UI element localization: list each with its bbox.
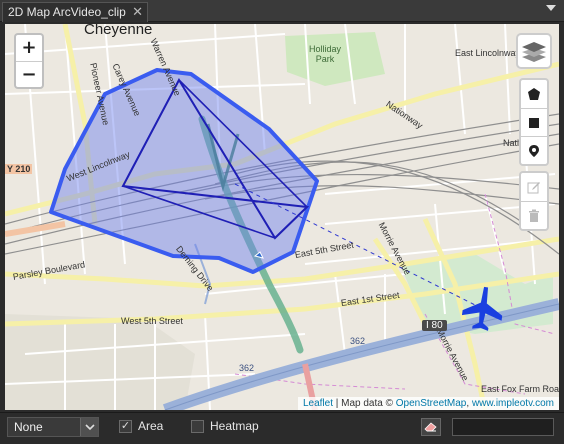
- label-holliday-park: Holliday Park: [309, 44, 342, 64]
- map-tiles: [5, 24, 559, 410]
- zoom-control: + −: [14, 33, 44, 89]
- label-cheyenne: Cheyenne: [84, 24, 153, 38]
- area-label: Area: [138, 419, 164, 433]
- zoom-in-button[interactable]: +: [16, 35, 42, 61]
- area-checkbox[interactable]: ✓: [119, 420, 132, 433]
- label-route-362-b: 362: [239, 363, 255, 373]
- close-icon[interactable]: ✕: [132, 3, 143, 21]
- edit-toolbar: [519, 171, 549, 231]
- edit-icon: [527, 182, 540, 194]
- delete-layers-button[interactable]: [521, 201, 547, 229]
- label-i80: I 80: [422, 320, 447, 331]
- trash-icon: [529, 209, 539, 222]
- rectangle-icon: [529, 117, 539, 128]
- bottom-toolbar: None ✓ Area Heatmap: [0, 412, 564, 444]
- zoom-out-button[interactable]: −: [16, 61, 42, 87]
- label-y210: Y 210: [5, 164, 33, 174]
- draw-polygon-button[interactable]: [521, 80, 547, 108]
- edit-layers-button[interactable]: [521, 173, 547, 201]
- map-attribution: Leaflet | Map data © OpenStreetMap, www.…: [297, 397, 559, 410]
- label-east-lincolnway: East Lincolnway: [455, 48, 521, 58]
- chevron-down-icon[interactable]: [80, 418, 98, 436]
- tab-title: 2D Map ArcVideo_clip: [8, 5, 126, 19]
- implemo-link[interactable]: www.impleotv.com: [472, 398, 554, 409]
- map-view[interactable]: Cheyenne Holliday Park East Lincolnway W…: [5, 24, 559, 410]
- heatmap-checkbox[interactable]: [191, 420, 204, 433]
- label-east-fox-farm-road: East Fox Farm Road: [481, 384, 559, 394]
- label-west-5th-street: West 5th Street: [121, 316, 183, 326]
- mode-select-value: None: [14, 420, 43, 434]
- attribution-separator: | Map data ©: [332, 398, 396, 409]
- eraser-icon: [424, 422, 437, 432]
- chevron-down-icon[interactable]: [546, 5, 556, 11]
- leaflet-link[interactable]: Leaflet: [303, 398, 333, 409]
- draw-rectangle-button[interactable]: [521, 108, 547, 136]
- filter-input[interactable]: [452, 418, 554, 436]
- mode-select[interactable]: None: [7, 417, 99, 437]
- heatmap-label: Heatmap: [210, 419, 259, 433]
- polygon-icon: [528, 88, 540, 100]
- osm-link[interactable]: OpenStreetMap: [396, 398, 467, 409]
- draw-toolbar: [519, 78, 549, 166]
- layers-button[interactable]: [516, 33, 552, 69]
- layers-icon: [522, 42, 546, 62]
- draw-marker-button[interactable]: [521, 136, 547, 164]
- tab-2d-map[interactable]: 2D Map ArcVideo_clip ✕: [2, 2, 148, 22]
- clear-button[interactable]: [421, 418, 441, 436]
- title-bar: 2D Map ArcVideo_clip ✕: [0, 0, 564, 22]
- marker-icon: [529, 144, 539, 157]
- label-route-362-a: 362: [350, 336, 366, 346]
